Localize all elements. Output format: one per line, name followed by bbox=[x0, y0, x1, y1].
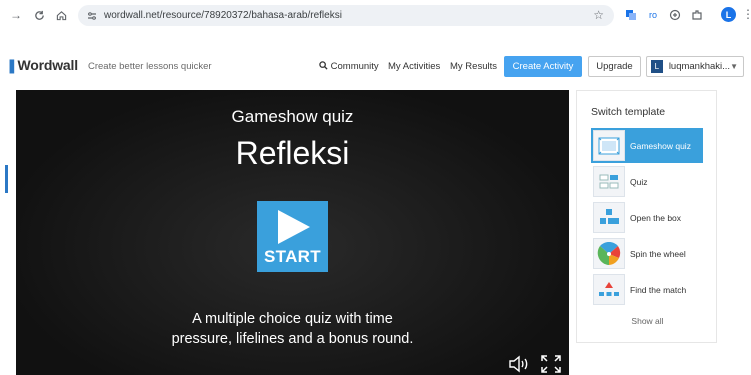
create-activity-button[interactable]: Create Activity bbox=[504, 56, 582, 77]
extensions-menu-icon[interactable] bbox=[689, 7, 705, 23]
nav-my-activities[interactable]: My Activities bbox=[388, 61, 440, 72]
home-icon[interactable] bbox=[52, 6, 70, 24]
reload-icon[interactable] bbox=[30, 6, 48, 24]
template-gameshow-quiz[interactable]: Gameshow quiz bbox=[591, 128, 703, 163]
translate-extension-icon[interactable] bbox=[623, 7, 639, 23]
side-tab-indicator[interactable] bbox=[5, 165, 8, 193]
template-spin-the-wheel[interactable]: Spin the wheel bbox=[591, 236, 703, 271]
search-icon bbox=[319, 61, 328, 70]
game-stage: Gameshow quiz Refleksi START A multiple … bbox=[16, 90, 569, 375]
template-quiz[interactable]: Quiz bbox=[591, 164, 703, 199]
activity-title: Refleksi bbox=[235, 135, 350, 171]
quiz-thumbnail-icon bbox=[593, 166, 625, 197]
template-open-the-box[interactable]: Open the box bbox=[591, 200, 703, 235]
gameshow-quiz-thumbnail-icon bbox=[593, 130, 625, 161]
address-bar[interactable]: wordwall.net/resource/78920372/bahasa-ar… bbox=[78, 5, 614, 26]
user-menu[interactable]: L luqmankhaki... ▼ bbox=[646, 56, 744, 77]
site-settings-icon[interactable] bbox=[86, 10, 98, 22]
template-find-the-match[interactable]: Find the match bbox=[591, 272, 703, 307]
template-name: Gameshow quiz bbox=[231, 107, 354, 126]
play-icon bbox=[277, 210, 310, 244]
open-the-box-thumbnail-icon bbox=[593, 202, 625, 233]
panel-title: Switch template bbox=[591, 106, 666, 118]
extension-icon[interactable]: ro bbox=[645, 7, 661, 23]
logo-text: Wordwall bbox=[17, 57, 79, 73]
browser-menu-icon[interactable]: ⋮ bbox=[742, 7, 751, 21]
fullscreen-icon[interactable] bbox=[540, 354, 562, 374]
start-button[interactable]: START bbox=[257, 201, 328, 272]
description-line: pressure, lifelines and a bonus round. bbox=[171, 331, 414, 347]
template-label: Find the match bbox=[630, 284, 687, 295]
template-label: Spin the wheel bbox=[630, 248, 686, 259]
bookmark-star-icon[interactable]: ☆ bbox=[593, 8, 604, 22]
url-text: wordwall.net/resource/78920372/bahasa-ar… bbox=[104, 10, 342, 21]
find-the-match-thumbnail-icon bbox=[593, 274, 625, 305]
volume-icon[interactable] bbox=[508, 355, 530, 373]
user-avatar: L bbox=[651, 60, 663, 73]
template-label: Gameshow quiz bbox=[630, 140, 691, 151]
start-label: START bbox=[264, 247, 321, 266]
wordwall-logo[interactable]: ❚Wordwall bbox=[6, 57, 78, 74]
switch-template-panel: Switch template Gameshow quiz Quiz Open … bbox=[576, 90, 717, 343]
browser-toolbar: → wordwall.net/resource/78920372/bahasa-… bbox=[0, 0, 751, 30]
logo-mark-icon: ❚ bbox=[6, 57, 18, 73]
nav-community[interactable]: Community bbox=[319, 61, 379, 72]
extension-puzzle-icon[interactable] bbox=[667, 7, 683, 23]
nav-my-results[interactable]: My Results bbox=[450, 61, 497, 72]
tagline: Create better lessons quicker bbox=[88, 61, 212, 72]
spin-the-wheel-thumbnail-icon bbox=[593, 238, 625, 269]
show-all-link[interactable]: Show all bbox=[577, 316, 718, 326]
template-label: Open the box bbox=[630, 212, 682, 223]
activity-description: A multiple choice quiz with time pressur… bbox=[16, 309, 569, 349]
template-label: Quiz bbox=[630, 176, 648, 187]
description-line: A multiple choice quiz with time bbox=[192, 311, 393, 327]
user-name: luqmankhaki... bbox=[668, 61, 731, 72]
profile-avatar[interactable]: L bbox=[721, 7, 736, 22]
chevron-down-icon: ▼ bbox=[730, 62, 738, 71]
back-icon[interactable]: → bbox=[7, 6, 25, 24]
upgrade-button[interactable]: Upgrade bbox=[588, 56, 641, 77]
